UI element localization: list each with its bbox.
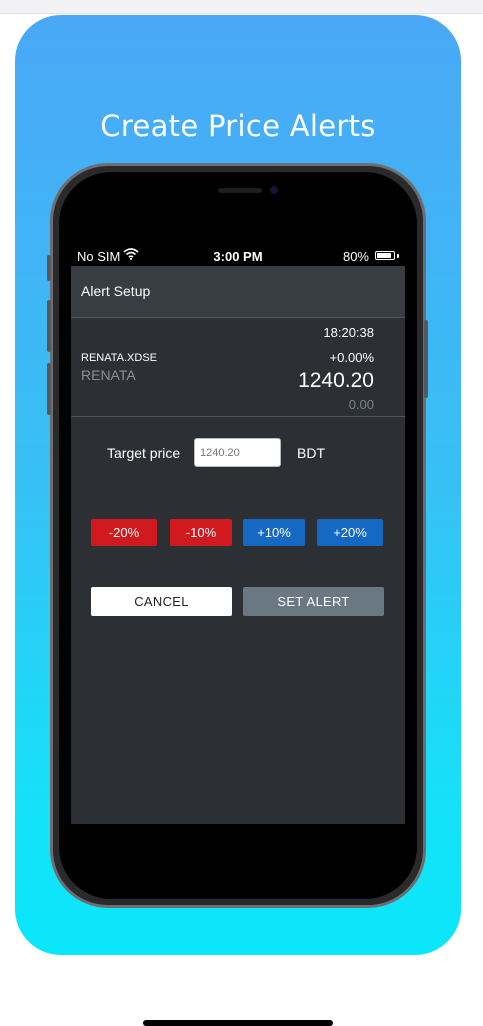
stock-symbol: RENATA.XDSE <box>81 352 157 364</box>
mute-switch <box>47 255 51 281</box>
quote-time: 18:20:38 <box>323 325 374 340</box>
change-percent: +0.00% <box>329 350 374 365</box>
nav-bar: Alert Setup <box>71 266 405 318</box>
plus-20-button[interactable]: +20% <box>317 519 383 546</box>
home-indicator[interactable] <box>143 1020 333 1026</box>
front-camera <box>270 186 278 194</box>
volume-up-button <box>47 300 51 352</box>
last-price: 1240.20 <box>298 369 374 392</box>
stock-name: RENATA <box>81 367 136 383</box>
battery-icon <box>375 251 395 260</box>
volume-down-button <box>47 363 51 415</box>
power-button <box>424 320 428 398</box>
status-bar: No SIM 3:00 PM 80% <box>71 244 405 266</box>
promo-title: Create Price Alerts <box>100 109 376 143</box>
earpiece-speaker <box>218 188 262 193</box>
minus-10-button[interactable]: -10% <box>170 519 232 546</box>
target-price-input[interactable] <box>194 438 281 467</box>
minus-20-button[interactable]: -20% <box>91 519 157 546</box>
currency-label: BDT <box>297 445 325 461</box>
change-absolute: 0.00 <box>348 397 374 412</box>
target-price-label: Target price <box>107 445 181 461</box>
quote-panel: 18:20:38 RENATA.XDSE +0.00% RENATA 1240.… <box>71 318 405 417</box>
app-screen: No SIM 3:00 PM 80% Alert Setup 18:20:38 … <box>71 244 405 824</box>
top-strip <box>0 0 483 14</box>
battery-percent: 80% <box>342 249 369 264</box>
plus-10-button[interactable]: +10% <box>243 519 305 546</box>
battery-tip <box>397 254 399 258</box>
cancel-button[interactable]: CANCEL <box>91 587 232 616</box>
page-title: Alert Setup <box>81 283 151 299</box>
set-alert-button[interactable]: SET ALERT <box>243 587 384 616</box>
battery-level-fill <box>377 253 391 258</box>
